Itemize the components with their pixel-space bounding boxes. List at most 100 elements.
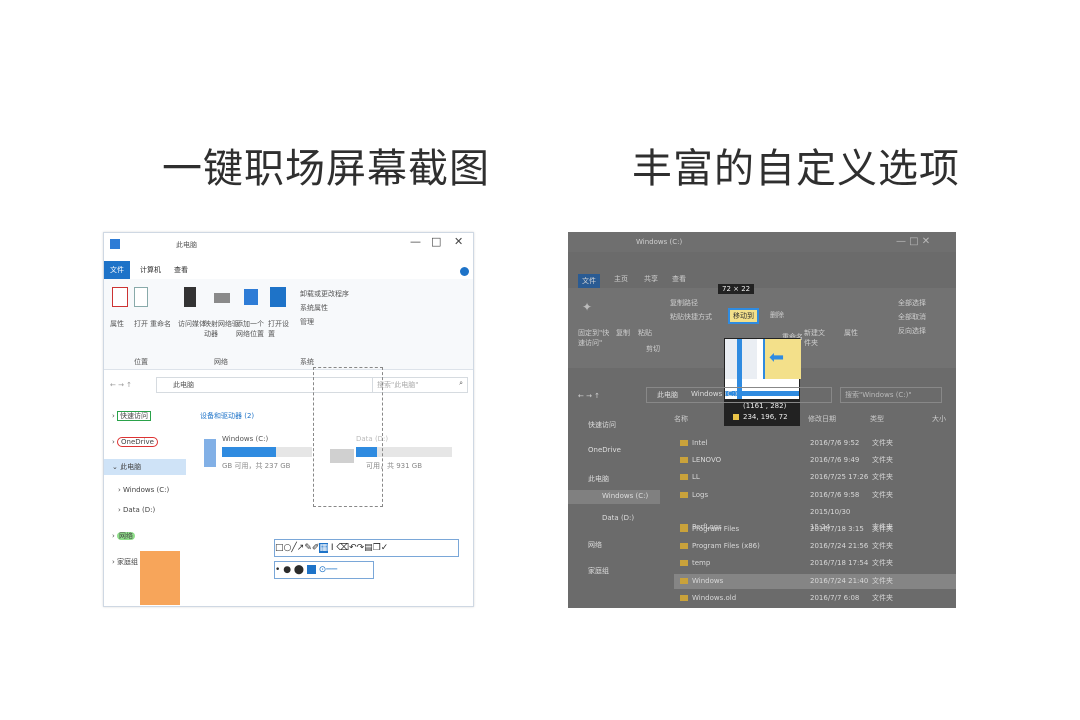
tab-share[interactable]: 共享 (644, 274, 658, 284)
eraser-tool-icon[interactable]: ⌫ (336, 543, 349, 553)
search-box[interactable]: 搜索"Windows (C:)" (840, 387, 942, 403)
undo-icon[interactable]: ↶ (349, 543, 357, 553)
table-row[interactable]: Windows.old 2016/7/7 6:08 文件夹 (674, 591, 956, 606)
col-type[interactable]: 类型 (870, 414, 884, 424)
network-location-icon[interactable] (244, 289, 258, 305)
col-size[interactable]: 大小 (932, 414, 946, 424)
size-medium-icon[interactable]: ● (283, 565, 291, 575)
sidebar-item-data[interactable]: Data (D:) (602, 514, 634, 522)
col-name[interactable]: 名称 (674, 414, 688, 424)
address-part-1[interactable]: 此电脑 (657, 390, 678, 400)
save-icon[interactable]: ▤ (364, 543, 373, 553)
pin-icon[interactable]: ✦ (582, 300, 592, 314)
sidebar-item-homegroup[interactable]: 家庭组 (588, 566, 609, 576)
size-small-icon[interactable]: • (275, 565, 280, 575)
drive-c-name[interactable]: Windows (C:) (222, 435, 268, 443)
confirm-icon[interactable]: ✓ (381, 543, 389, 553)
ribbon-invert-selection[interactable]: 反向选择 (898, 326, 926, 336)
folder-icon (680, 440, 688, 446)
size-large-icon[interactable]: ⬤ (294, 565, 304, 575)
minimize-icon[interactable]: — (410, 235, 421, 248)
color-swatch[interactable] (306, 565, 316, 574)
address-bar[interactable]: 此电脑 Windows (C:) (646, 387, 832, 403)
table-row[interactable]: Program Files 2016/7/18 3:15 文件夹 (674, 522, 956, 537)
row-date: 2016/7/7 6:08 (810, 593, 860, 602)
sidebar-item-onedrive[interactable]: OneDrive (588, 446, 621, 454)
tab-file[interactable]: 文件 (104, 261, 130, 279)
close-icon[interactable]: ✕ (454, 235, 463, 248)
open-icon[interactable] (134, 287, 148, 307)
sidebar-item-data[interactable]: › Data (D:) (118, 503, 155, 517)
link-uninstall[interactable]: 卸载或更改程序 (300, 289, 349, 299)
table-row[interactable]: PerfLogs2015/10/30 15:24 文件夹 (674, 505, 956, 531)
ribbon-select-all[interactable]: 全部选择 (898, 298, 926, 308)
ribbon-move-to[interactable]: 移动到 (728, 308, 759, 324)
col-date[interactable]: 修改日期 (808, 414, 836, 424)
sidebar-item-network[interactable]: › 网络 (112, 529, 136, 543)
nav-arrows[interactable]: ← → ↑ (110, 381, 132, 389)
row-type: 文件夹 (872, 542, 893, 551)
ribbon-paste-shortcut[interactable]: 粘贴快捷方式 (670, 312, 712, 322)
copy-icon[interactable]: ❐ (373, 543, 381, 553)
help-icon[interactable] (460, 267, 469, 276)
tab-home[interactable]: 主页 (614, 274, 628, 284)
link-system-properties[interactable]: 系统属性 (300, 303, 328, 313)
ribbon-btn-open[interactable]: 打开 (134, 319, 148, 329)
pen-tool-icon[interactable]: ✎ (304, 543, 312, 553)
ribbon-btn-media[interactable]: 访问媒体 (178, 319, 206, 329)
ribbon-cut[interactable]: 剪切 (646, 344, 660, 354)
capture-selection[interactable] (313, 367, 383, 507)
row-name: Program Files (692, 525, 740, 533)
ribbon-new-folder[interactable]: 新建文件夹 (804, 328, 826, 348)
mosaic-tool-icon[interactable]: ▦ (319, 543, 328, 553)
sidebar-item-this-pc[interactable]: ⌄ 此电脑 (112, 460, 141, 474)
link-manage[interactable]: 管理 (300, 317, 314, 327)
table-row[interactable]: Intel 2016/7/6 9:52 文件夹 (674, 436, 956, 451)
nav-arrows[interactable]: ← → ↑ (578, 392, 600, 400)
sidebar-item-windows[interactable]: › Windows (C:) (118, 483, 169, 497)
table-row[interactable]: Program Files (x86) 2016/7/24 21:56 文件夹 (674, 539, 956, 554)
table-row[interactable]: Windows 2016/7/24 21:40 文件夹 (674, 573, 956, 589)
table-row[interactable]: LL 2016/7/25 17:26 文件夹 (674, 470, 956, 485)
ribbon-select-none[interactable]: 全部取消 (898, 312, 926, 322)
ribbon-copy[interactable]: 复制 (616, 328, 630, 338)
sidebar-item-onedrive[interactable]: › OneDrive (112, 435, 158, 449)
table-row[interactable]: temp 2016/7/18 17:54 文件夹 (674, 556, 956, 571)
tab-view[interactable]: 查看 (168, 261, 194, 279)
drive-c-bar-fill (222, 447, 276, 457)
media-icon[interactable] (184, 287, 196, 307)
settings-icon[interactable] (270, 287, 286, 307)
window-controls[interactable]: — □ ✕ (896, 236, 930, 247)
properties-icon[interactable] (112, 287, 128, 307)
search-box[interactable]: 搜索"此电脑" ⌕ (372, 377, 468, 393)
slider-icon[interactable]: ⊙── (319, 565, 337, 575)
sidebar-item-quick-access[interactable]: › 快速访问 (112, 409, 152, 423)
address-part-2[interactable]: Windows (C:) (691, 390, 737, 398)
ribbon-btn-properties[interactable]: 属性 (110, 319, 124, 329)
sidebar-item-network[interactable]: 网络 (588, 540, 602, 550)
ribbon-copy-path[interactable]: 复制路径 (670, 298, 698, 308)
table-row[interactable]: LENOVO 2016/7/6 9:49 文件夹 (674, 453, 956, 468)
ribbon-btn-rename[interactable]: 重命名 (150, 319, 171, 329)
sidebar-item-windows[interactable]: Windows (C:) (602, 492, 648, 500)
sidebar-item-quick-access[interactable]: 快速访问 (588, 420, 616, 430)
row-name: Logs (692, 490, 709, 499)
maximize-icon[interactable]: □ (431, 235, 441, 248)
ribbon-pin[interactable]: 固定到"快速访问" (578, 328, 612, 348)
ribbon-btn-settings[interactable]: 打开设置 (268, 319, 290, 339)
ribbon-btn-add-network[interactable]: 添加一个网络位置 (236, 319, 268, 339)
ribbon-delete[interactable]: 删除 (770, 310, 784, 320)
tab-computer[interactable]: 计算机 (134, 261, 167, 279)
tab-view[interactable]: 查看 (672, 274, 686, 284)
group-network: 网络 (214, 358, 228, 366)
selection-size: 72 × 22 (718, 284, 755, 294)
map-drive-icon[interactable] (214, 293, 230, 303)
ribbon-properties[interactable]: 属性 (844, 328, 858, 338)
row-type: 文件夹 (872, 473, 893, 482)
sidebar-item-homegroup[interactable]: › 家庭组 (112, 555, 138, 569)
sidebar-item-this-pc[interactable]: 此电脑 (588, 474, 609, 484)
tab-file[interactable]: 文件 (578, 274, 600, 288)
table-row[interactable]: Logs 2016/7/6 9:58 文件夹 (674, 488, 956, 503)
ribbon-paste[interactable]: 粘贴 (638, 328, 652, 338)
rect-tool-icon[interactable]: □ (275, 543, 284, 553)
